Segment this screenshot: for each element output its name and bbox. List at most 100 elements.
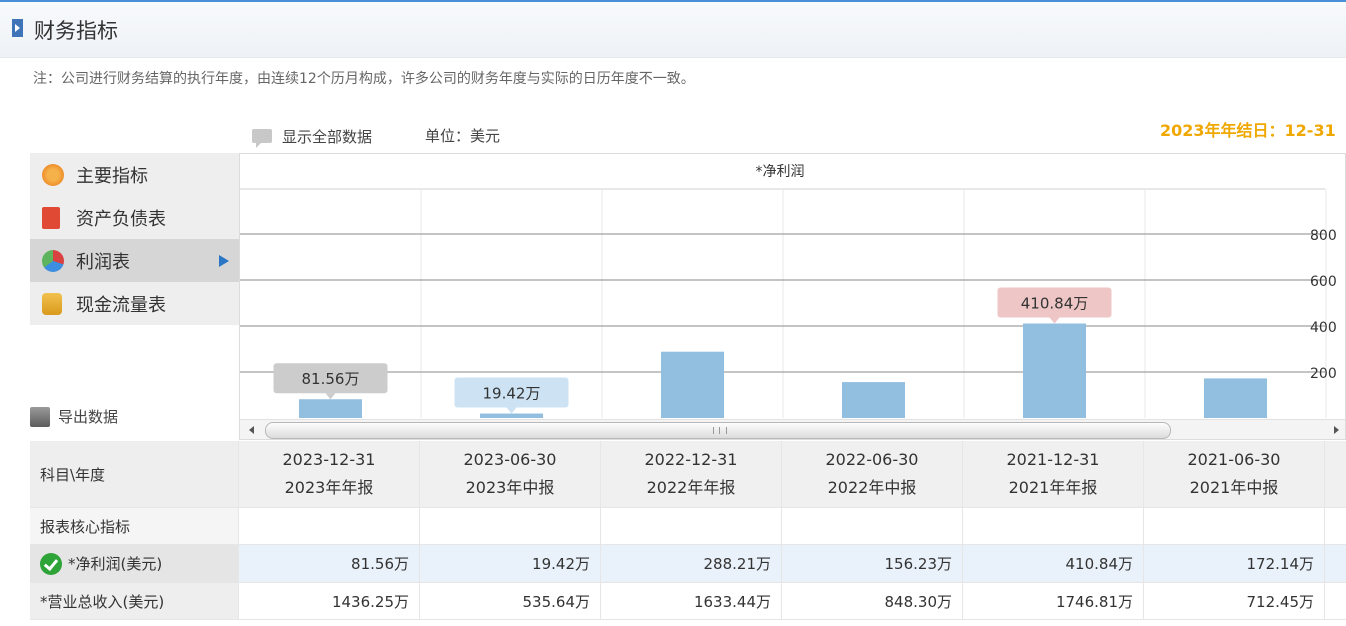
export-icon bbox=[30, 406, 50, 427]
sidebar-item-label: 现金流量表 bbox=[76, 294, 166, 316]
bar-2021-06-30[interactable] bbox=[1204, 378, 1267, 418]
tooltip-label: 19.42万 bbox=[483, 385, 541, 403]
table-cell: 1746.81万 bbox=[963, 583, 1144, 619]
table-cell: 156.23万 bbox=[782, 545, 963, 582]
show-all-data-toggle[interactable]: 显示全部数据 bbox=[252, 125, 373, 148]
chart-title: *净利润 bbox=[756, 164, 805, 180]
export-data-button[interactable]: 导出数据 bbox=[30, 406, 118, 427]
column-date: 2022-12-31 bbox=[644, 450, 738, 469]
bar-2022-06-30[interactable] bbox=[842, 382, 905, 418]
row-label[interactable]: *营业总收入(美元) bbox=[30, 583, 239, 619]
y-tick-label: 600 bbox=[1310, 274, 1337, 290]
bar-2023-12-31[interactable] bbox=[299, 399, 362, 418]
table-cell: 81.56万 bbox=[239, 545, 420, 582]
column-report: 2022年年报 bbox=[646, 478, 736, 497]
statement-sidebar: 主要指标 资产负债表 利润表 现金流量表 bbox=[30, 153, 239, 325]
column-report: 2023年年报 bbox=[284, 478, 374, 497]
arrow-right-icon bbox=[219, 255, 229, 267]
table-header-row: 科目\年度 2023-12-31 2023年年报 2023-06-30 2023年中… bbox=[30, 441, 1346, 508]
row-label-text: *净利润(美元) bbox=[68, 555, 163, 573]
table-cell: 1436.25万 bbox=[239, 583, 420, 619]
data-tooltip: 81.56万 bbox=[273, 363, 388, 400]
empty-cell bbox=[963, 508, 1144, 544]
empty-cell bbox=[782, 508, 963, 544]
net-profit-chart: *净利润 200 400 600 800 81.56万 19.42万 410.84万 bbox=[239, 153, 1346, 440]
table-row-net-profit[interactable]: *净利润(美元) 81.56万 19.42万 288.21万 156.23万 4… bbox=[30, 545, 1346, 583]
sidebar-item-cash-flow[interactable]: 现金流量表 bbox=[30, 282, 239, 325]
column-date: 2021-06-30 bbox=[1187, 450, 1281, 469]
empty-cell bbox=[239, 508, 420, 544]
data-tooltip: 410.84万 bbox=[997, 287, 1112, 324]
column-report: 2021年中报 bbox=[1189, 478, 1279, 497]
financial-table: 科目\年度 2023-12-31 2023年年报 2023-06-30 2023年中… bbox=[30, 441, 1346, 620]
sidebar-item-balance-sheet[interactable]: 资产负债表 bbox=[30, 196, 239, 239]
tooltip-label: 410.84万 bbox=[1021, 295, 1089, 313]
column-date: 2021-12-31 bbox=[1006, 450, 1100, 469]
bar-2022-12-31[interactable] bbox=[661, 351, 724, 418]
chart-canvas: *净利润 200 400 600 800 81.56万 19.42万 410.84万 bbox=[240, 164, 1337, 418]
column-header: 2023-06-30 2023年中报 bbox=[420, 441, 601, 507]
y-tick-label: 400 bbox=[1310, 320, 1337, 336]
column-date: 2023-12-31 bbox=[282, 450, 376, 469]
column-header: 2021-12-31 2021年年报 bbox=[963, 441, 1144, 507]
scroll-right-icon[interactable] bbox=[1334, 426, 1339, 434]
gear-icon bbox=[42, 163, 64, 186]
data-tooltip: 19.42万 bbox=[454, 377, 569, 414]
sidebar-item-label: 利润表 bbox=[76, 251, 130, 273]
table-cell: 288.21万 bbox=[601, 545, 782, 582]
column-date: 2023-06-30 bbox=[463, 450, 557, 469]
table-cell: 410.84万 bbox=[963, 545, 1144, 582]
table-cell: 535.64万 bbox=[420, 583, 601, 619]
bar-2023-06-30[interactable] bbox=[480, 413, 543, 418]
column-header: 2023-12-31 2023年年报 bbox=[239, 441, 420, 507]
speech-bubble-icon bbox=[252, 129, 272, 148]
sidebar-item-label: 主要指标 bbox=[76, 165, 148, 187]
table-cell: 19.42万 bbox=[420, 545, 601, 582]
show-all-data-label: 显示全部数据 bbox=[282, 127, 373, 146]
pie-chart-icon bbox=[42, 249, 64, 272]
sidebar-item-income-statement[interactable]: 利润表 bbox=[30, 239, 239, 282]
document-icon bbox=[42, 206, 60, 229]
sidebar-item-main-indicators[interactable]: 主要指标 bbox=[30, 153, 239, 196]
scroll-thumb[interactable] bbox=[265, 422, 1171, 439]
tooltip-pointer bbox=[506, 407, 517, 414]
column-report: 2021年年报 bbox=[1008, 478, 1098, 497]
y-tick-label: 200 bbox=[1310, 366, 1337, 382]
tooltip-label: 81.56万 bbox=[302, 370, 360, 388]
scroll-left-icon[interactable] bbox=[249, 426, 254, 434]
column-header: 2022-06-30 2022年中报 bbox=[782, 441, 963, 507]
tooltip-pointer bbox=[1049, 317, 1060, 324]
column-header: 2022-12-31 2022年年报 bbox=[601, 441, 782, 507]
y-tick-label: 800 bbox=[1310, 228, 1337, 244]
table-cell: 1633.44万 bbox=[601, 583, 782, 619]
empty-cell bbox=[420, 508, 601, 544]
section-marker-icon bbox=[12, 19, 23, 37]
row-label-text: *营业总收入(美元) bbox=[40, 592, 165, 611]
row-label[interactable]: *净利润(美元) bbox=[30, 545, 239, 582]
page-header: 财务指标 bbox=[0, 0, 1346, 58]
fiscal-note: 注：公司进行财务结算的执行年度，由连续12个历月构成，许多公司的财务年度与实际的… bbox=[33, 71, 695, 87]
unit-label: 单位：美元 bbox=[425, 127, 501, 145]
check-circle-icon bbox=[40, 552, 62, 575]
fiscal-year-end: 2023年年结日：12-31 bbox=[1160, 121, 1336, 140]
table-cell: 712.45万 bbox=[1144, 583, 1325, 619]
column-date: 2022-06-30 bbox=[825, 450, 919, 469]
column-report: 2023年中报 bbox=[465, 478, 555, 497]
header-label-cell: 科目\年度 bbox=[30, 441, 239, 507]
grip-icon bbox=[713, 427, 727, 434]
table-cell: 172.14万 bbox=[1144, 545, 1325, 582]
column-report: 2022年中报 bbox=[827, 478, 917, 497]
page-title: 财务指标 bbox=[34, 19, 118, 43]
table-section-row: 报表核心指标 bbox=[30, 508, 1346, 545]
export-data-label: 导出数据 bbox=[58, 408, 119, 426]
chart-scrollbar[interactable] bbox=[240, 419, 1345, 439]
table-row-revenue[interactable]: *营业总收入(美元) 1436.25万 535.64万 1633.44万 848… bbox=[30, 583, 1346, 620]
column-header: 2021-06-30 2021年中报 bbox=[1144, 441, 1325, 507]
empty-cell bbox=[601, 508, 782, 544]
section-label: 报表核心指标 bbox=[30, 508, 239, 544]
sidebar-item-label: 资产负债表 bbox=[76, 208, 166, 230]
tooltip-pointer bbox=[325, 393, 336, 400]
coins-icon bbox=[42, 292, 62, 315]
table-cell: 848.30万 bbox=[782, 583, 963, 619]
bar-2021-12-31[interactable] bbox=[1023, 323, 1086, 418]
